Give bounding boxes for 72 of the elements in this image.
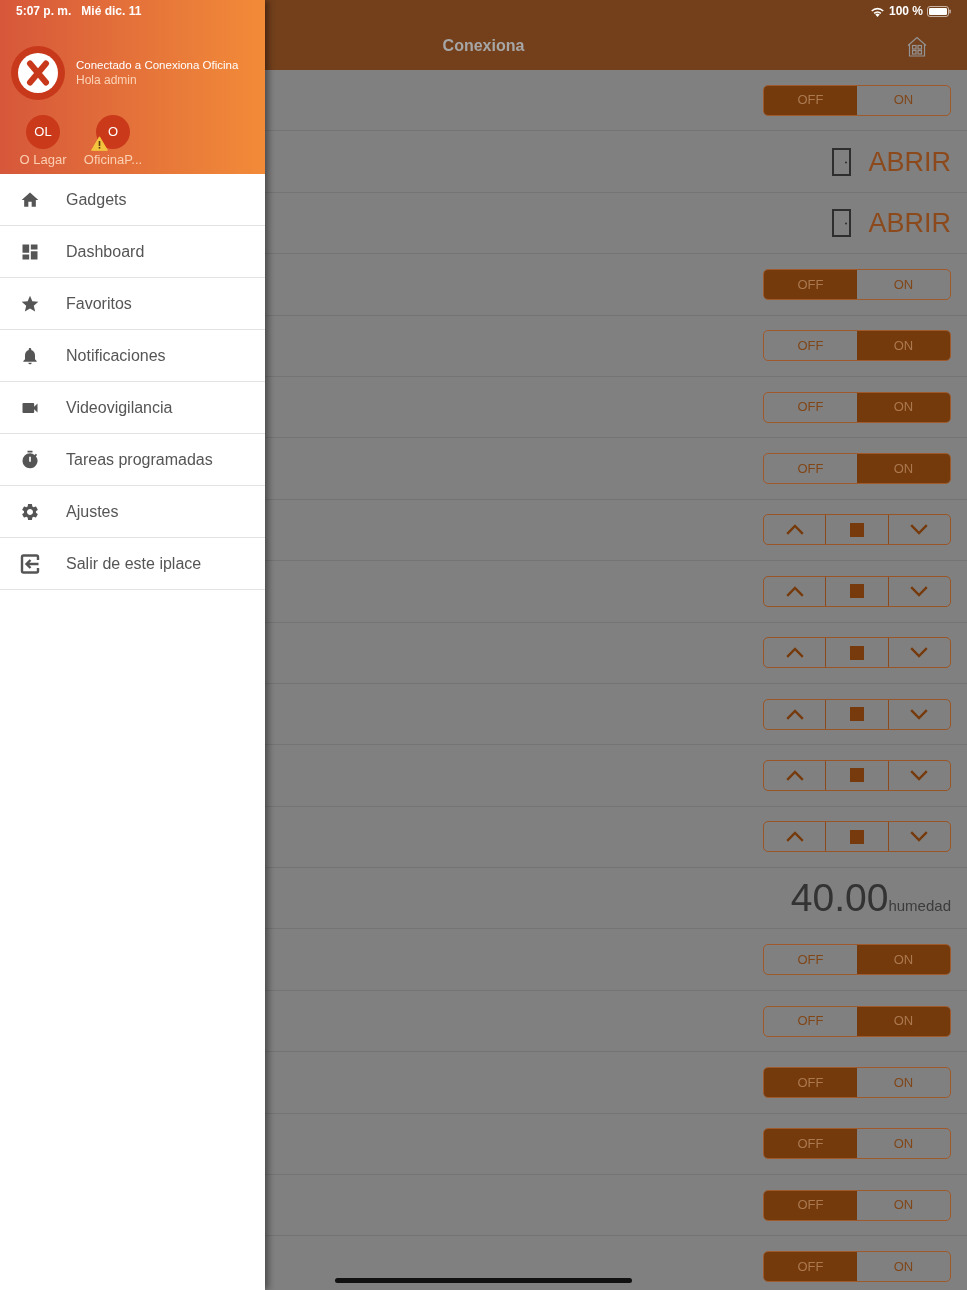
chevron-up-icon [785, 770, 804, 781]
switch-option[interactable]: ON [857, 85, 950, 115]
bell-icon [20, 345, 40, 366]
menu-item[interactable]: Salir de este iplace [0, 538, 265, 590]
chevron-up-icon [785, 647, 804, 659]
menu-item[interactable]: Notificaciones [0, 330, 265, 382]
unit-label: humedad [888, 896, 951, 917]
door-icon [832, 147, 852, 176]
site-name[interactable]: OficinaP... [83, 152, 143, 168]
switch-option[interactable]: ON [857, 1252, 950, 1282]
chevron-up-icon [785, 708, 804, 720]
greeting-text: Hola admin [76, 73, 138, 88]
settings-icon [20, 501, 40, 522]
door-icon [832, 208, 852, 237]
switch-option[interactable]: ON [857, 1190, 950, 1220]
chevron-down-icon [910, 770, 929, 781]
open-door-button[interactable]: ABRIR [832, 145, 951, 178]
site-name[interactable]: O Lagar [19, 152, 67, 168]
switch-option[interactable]: OFF [764, 1252, 857, 1282]
site-avatar[interactable]: O [96, 115, 130, 149]
stop-icon [850, 707, 864, 722]
switch-option[interactable]: OFF [764, 945, 857, 975]
exit-icon [20, 553, 40, 574]
open-door-button[interactable]: ABRIR [832, 206, 951, 239]
menu-item[interactable]: Tareas programadas [0, 434, 265, 486]
stop-icon [850, 584, 864, 599]
switch-option[interactable]: ON [857, 392, 950, 422]
app-title: Conexiona [442, 36, 525, 56]
sensor-value: 40.00 [790, 876, 889, 921]
stop-icon [850, 768, 864, 783]
house-icon[interactable] [906, 35, 928, 57]
battery-icon [927, 5, 951, 17]
menu-item[interactable]: Gadgets [0, 174, 265, 226]
battery-percent: 100 % [888, 3, 923, 20]
switch-option[interactable]: ON [857, 454, 950, 484]
chevron-down-icon [910, 831, 929, 843]
switch-option[interactable]: OFF [764, 1006, 857, 1036]
menu-item[interactable]: Videovigilancia [0, 382, 265, 434]
chevron-down-icon [910, 585, 929, 597]
switch-option[interactable]: OFF [764, 85, 857, 115]
wifi-icon [869, 5, 885, 17]
switch-option[interactable]: ON [857, 945, 950, 975]
switch-option[interactable]: OFF [764, 392, 857, 422]
switch-option[interactable]: ON [857, 1006, 950, 1036]
switch-option[interactable]: ON [857, 331, 950, 361]
switch-option[interactable]: OFF [764, 331, 857, 361]
stopwatch-icon [20, 449, 40, 470]
menu-item[interactable]: Dashboard [0, 226, 265, 278]
stop-icon [850, 829, 864, 844]
switch-option[interactable]: ON [857, 1129, 950, 1159]
status-time: 5:07 p. m. [16, 3, 72, 20]
connection-status: Conectado a Conexiona Oficina [76, 58, 239, 73]
switch-option[interactable]: OFF [764, 454, 857, 484]
switch-option[interactable]: ON [857, 269, 950, 299]
switch-option[interactable]: OFF [764, 1190, 857, 1220]
switch-option[interactable]: OFF [764, 1067, 857, 1097]
chevron-up-icon [785, 524, 804, 536]
chevron-up-icon [785, 831, 804, 843]
chevron-down-icon [910, 647, 929, 659]
chevron-up-icon [785, 585, 804, 597]
status-date: Mié dic. 11 [81, 3, 142, 20]
site-avatar[interactable]: OL [26, 115, 60, 149]
menu-item[interactable]: Ajustes [0, 486, 265, 538]
switch-option[interactable]: OFF [764, 1129, 857, 1159]
switch-option[interactable]: ON [857, 1067, 950, 1097]
switch-option[interactable]: OFF [764, 269, 857, 299]
menu-item[interactable]: Favoritos [0, 278, 265, 330]
stop-icon [850, 522, 864, 537]
chevron-down-icon [910, 524, 929, 536]
chevron-down-icon [910, 708, 929, 720]
stop-icon [850, 645, 864, 660]
x-circle-icon [11, 46, 65, 100]
